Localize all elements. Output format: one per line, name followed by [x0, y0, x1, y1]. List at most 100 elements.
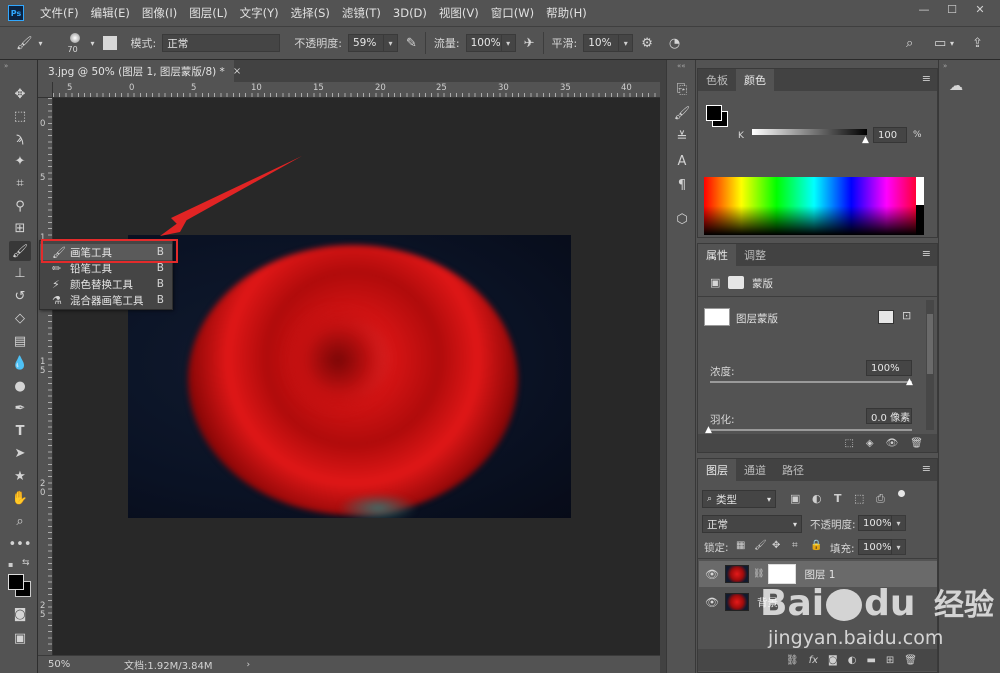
pressure-size-icon[interactable]: ◔ [669, 36, 680, 51]
filter-shape-icon[interactable]: ⬚ [854, 492, 864, 505]
new-group-icon[interactable]: ▬ [866, 655, 875, 666]
layer-style-icon[interactable]: fx [809, 655, 818, 666]
layer-opacity-dropdown[interactable]: ▾ [892, 515, 906, 531]
pen-tool-icon[interactable]: ✒ [9, 398, 31, 418]
chevron-down-icon[interactable]: ▾ [91, 39, 95, 48]
ruler-origin[interactable] [38, 82, 53, 98]
menu-image[interactable]: 图像(I) [142, 5, 177, 21]
move-tool-icon[interactable]: ✥ [9, 84, 31, 104]
pressure-opacity-icon[interactable]: ✎ [406, 36, 417, 51]
trash-icon[interactable]: 🗑 [910, 438, 923, 449]
brush-settings-icon[interactable]: 🖌 [673, 104, 691, 122]
panel-menu-icon[interactable]: ≡ [922, 462, 931, 475]
layer-thumbnail[interactable] [725, 565, 749, 583]
clone-stamp-tool-icon[interactable]: ⊥ [9, 263, 31, 283]
filter-pixel-icon[interactable]: ▣ [790, 492, 800, 505]
trash-icon[interactable]: 🗑 [904, 655, 917, 666]
filter-adjustment-icon[interactable]: ◐ [812, 492, 822, 505]
new-layer-icon[interactable]: ⊞ [886, 655, 894, 666]
document-info[interactable]: 文档:1.92M/3.84M [124, 657, 213, 672]
3d-icon[interactable]: ⬡ [673, 210, 691, 228]
magic-wand-tool-icon[interactable]: ✦ [9, 151, 31, 171]
brush-presets-icon[interactable]: ≚ [673, 128, 691, 146]
blur-tool-icon[interactable]: 💧 [9, 353, 31, 373]
flow-dropdown[interactable]: ▾ [501, 34, 516, 52]
gear-icon[interactable]: ⚙ [641, 36, 653, 51]
link-layers-icon[interactable]: ⛓ [786, 655, 799, 666]
flyout-item-mixer-brush[interactable]: ⚗ 混合器画笔工具 B [40, 292, 172, 308]
more-tools-icon[interactable]: ••• [9, 534, 32, 554]
eye-icon[interactable]: 👁 [705, 568, 725, 581]
maximize-button[interactable]: ☐ [938, 0, 966, 18]
brush-panel-toggle-icon[interactable] [102, 36, 117, 50]
menu-filter[interactable]: 滤镜(T) [342, 5, 381, 21]
zoom-level[interactable]: 50% [48, 659, 86, 670]
pixel-mask-icon[interactable]: ▣ [710, 276, 720, 289]
menu-layer[interactable]: 图层(L) [189, 5, 227, 21]
layer-mask-thumbnail[interactable] [704, 308, 730, 326]
k-value-input[interactable]: 100 [873, 127, 907, 143]
default-colors-icon[interactable]: ▪ [8, 560, 13, 569]
flow-input[interactable]: 100% [465, 34, 502, 52]
select-pixel-mask-icon[interactable] [878, 310, 894, 324]
flyout-item-color-replacement[interactable]: ⚡ 颜色替换工具 B [40, 276, 172, 292]
lock-image-icon[interactable]: 🖌 [754, 540, 767, 551]
shape-tool-icon[interactable]: ★ [9, 466, 31, 486]
type-tool-icon[interactable]: T [9, 421, 31, 441]
mode-select[interactable]: 正常 [162, 34, 281, 52]
foreground-color-swatch[interactable] [706, 105, 722, 121]
horizontal-ruler[interactable]: 5 0 5 10 15 20 25 30 35 40 [53, 82, 660, 98]
airbrush-icon[interactable]: ✈ [524, 36, 535, 51]
workspace-icon[interactable]: ▭ [934, 36, 946, 51]
add-vector-mask-icon[interactable]: ⊡ [902, 309, 911, 322]
menu-select[interactable]: 选择(S) [291, 5, 330, 21]
k-slider-handle[interactable]: ▲ [862, 135, 869, 145]
k-slider-track[interactable] [752, 129, 867, 135]
scrollbar-thumb[interactable] [927, 314, 933, 374]
filter-smart-object-icon[interactable]: ⎙ [876, 492, 885, 506]
collapse-icon[interactable]: «« [677, 62, 686, 70]
brush-size-picker[interactable]: 70 [63, 30, 89, 56]
smoothing-input[interactable]: 10% [583, 34, 620, 52]
minimize-button[interactable]: — [910, 0, 938, 18]
layer-opacity-input[interactable]: 100% [858, 515, 892, 531]
menu-file[interactable]: 文件(F) [40, 5, 79, 21]
brush-preset-icon[interactable]: 🖌 [16, 36, 33, 51]
feather-slider-track[interactable] [710, 429, 912, 431]
eye-icon[interactable]: 👁 [705, 596, 725, 609]
character-icon[interactable]: A [673, 152, 691, 170]
smoothing-dropdown[interactable]: ▾ [619, 34, 634, 52]
menu-3d[interactable]: 3D(D) [393, 6, 427, 20]
add-mask-icon[interactable]: ◙ [828, 655, 838, 666]
chevron-down-icon[interactable]: ▾ [950, 39, 954, 48]
fill-dropdown[interactable]: ▾ [892, 539, 906, 555]
tab-properties[interactable]: 属性 [698, 244, 736, 266]
link-icon[interactable]: ⛓ [753, 569, 764, 579]
opacity-dropdown[interactable]: ▾ [383, 34, 398, 52]
paragraph-icon[interactable]: ¶ [673, 176, 691, 194]
vertical-ruler[interactable]: 0 5 1 0 1 5 2 0 2 5 [38, 98, 53, 655]
panel-menu-icon[interactable]: ≡ [922, 72, 931, 85]
layer-thumbnail[interactable] [725, 593, 749, 611]
blend-mode-select[interactable]: 正常 ▾ [702, 515, 802, 533]
chevron-down-icon[interactable]: ▾ [39, 39, 43, 48]
document-image[interactable] [128, 235, 571, 518]
apply-mask-icon[interactable]: ◈ [866, 438, 874, 449]
swap-colors-icon[interactable]: ⇆ [22, 558, 30, 568]
eyedropper-tool-icon[interactable]: ⚲ [9, 196, 31, 216]
density-slider-handle[interactable]: ▲ [906, 377, 913, 387]
tab-adjustments[interactable]: 调整 [736, 244, 774, 266]
filter-toggle-icon[interactable] [898, 490, 905, 497]
history-icon[interactable]: ⎘ [673, 80, 691, 98]
zoom-tool-icon[interactable]: ⌕ [9, 511, 31, 531]
creative-cloud-libraries-icon[interactable]: ☁ [949, 78, 971, 96]
layer-filter-select[interactable]: ⌕ 类型 ▾ [702, 490, 776, 508]
tab-paths[interactable]: 路径 [774, 459, 812, 481]
quick-mask-icon[interactable]: ◙ [9, 604, 31, 624]
menu-help[interactable]: 帮助(H) [546, 5, 587, 21]
fill-input[interactable]: 100% [858, 539, 892, 555]
tab-channels[interactable]: 通道 [736, 459, 774, 481]
share-icon[interactable]: ⇪ [972, 36, 983, 51]
marquee-tool-icon[interactable]: ⬚ [9, 106, 31, 126]
collapse-icon[interactable]: » [4, 62, 8, 70]
